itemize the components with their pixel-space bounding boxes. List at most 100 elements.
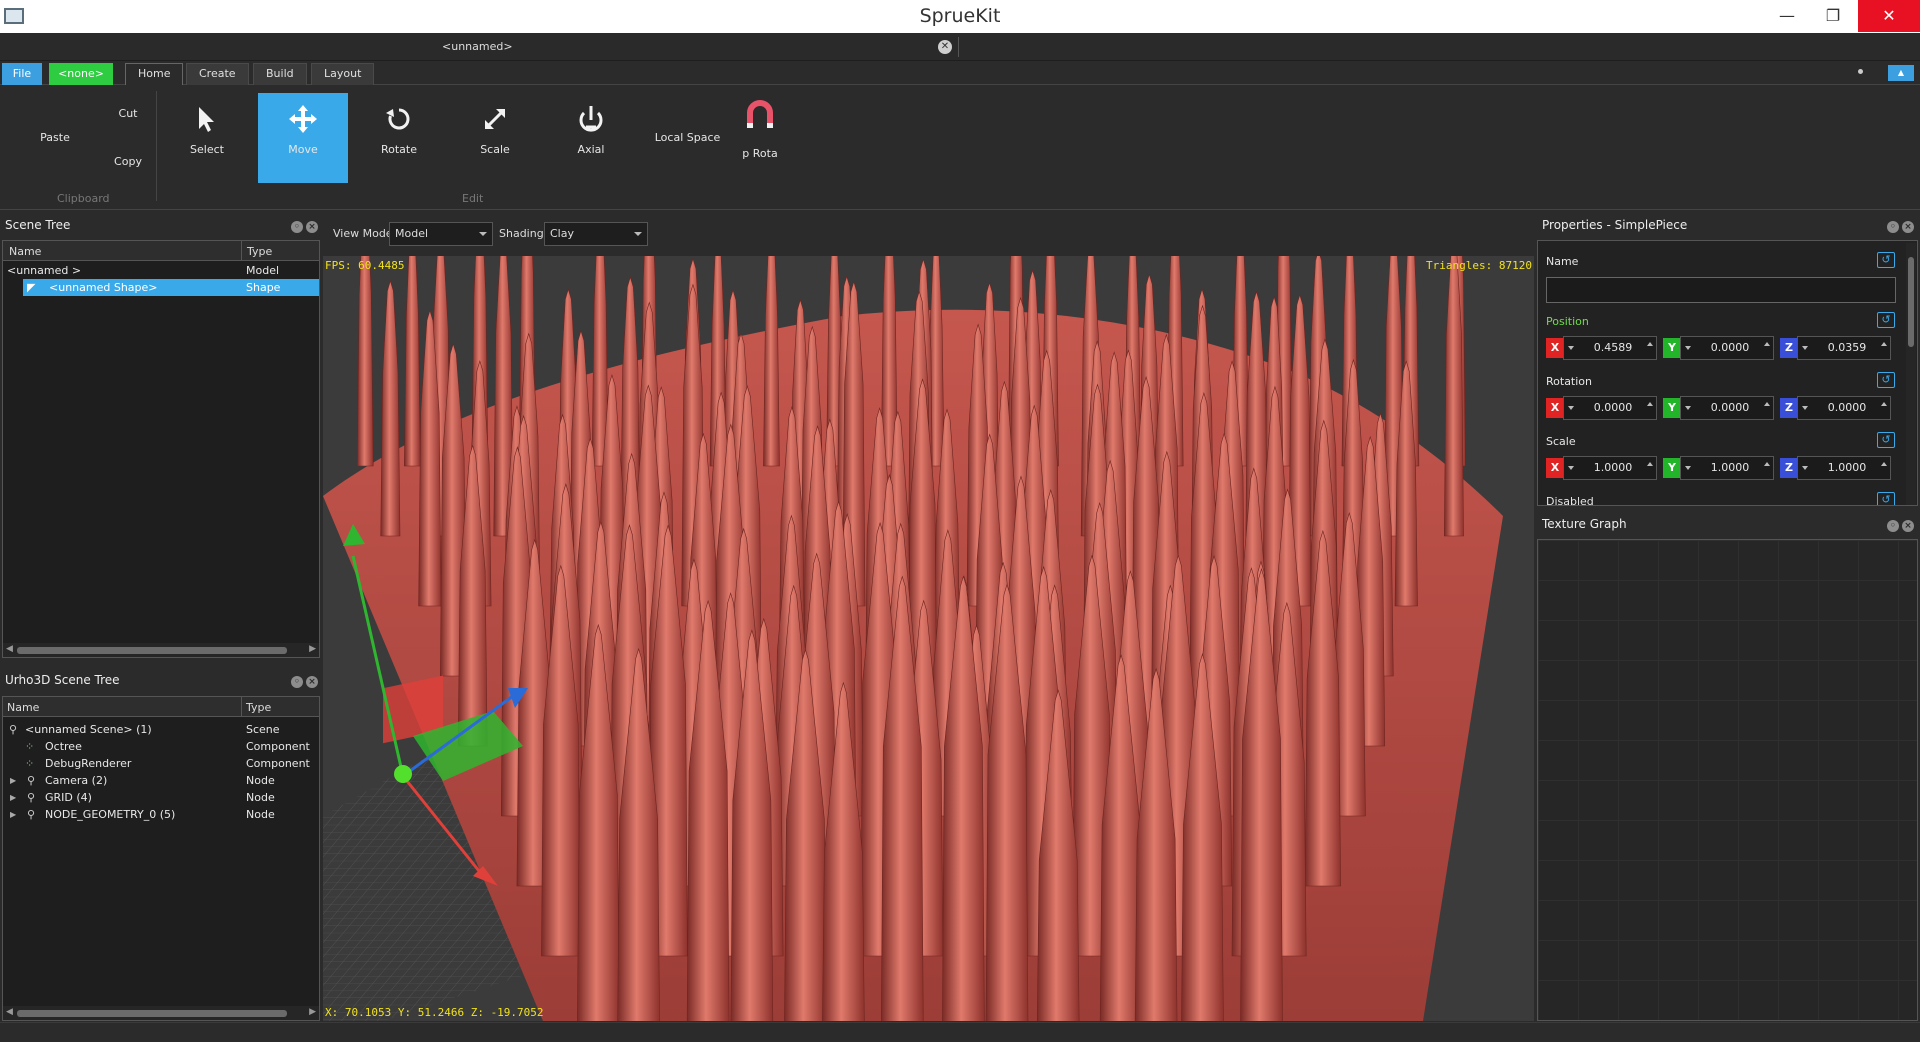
reset-disabled-icon[interactable]: ↺ [1877,492,1895,505]
minimize-button[interactable]: — [1764,0,1810,32]
fps-readout: FPS: 60.4485 [325,259,405,272]
column-type-header[interactable]: Type [246,701,271,714]
float-panel-icon[interactable]: ◦ [1887,520,1899,532]
shape-icon: ◤ [27,281,36,294]
reset-name-icon[interactable]: ↺ [1877,252,1895,268]
collapse-ribbon-button[interactable]: ▲ [1888,65,1914,81]
expand-arrow-icon[interactable]: ▶ [10,806,16,823]
disabled-label: Disabled [1546,495,1594,506]
rotation-x-spinbox[interactable]: 0.0000 [1563,396,1657,420]
axial-button[interactable]: Axial [546,93,636,183]
scene-tree-view[interactable]: Name Type <unnamed > Model ◤ <unnamed Sh… [2,240,320,658]
close-panel-icon[interactable]: × [306,676,318,688]
tab-home[interactable]: Home [125,63,184,85]
tab-create[interactable]: Create [186,63,249,85]
scale-y-value: 1.0000 [1710,461,1750,474]
rotation-y-value: 0.0000 [1710,401,1750,414]
float-panel-icon[interactable]: ◦ [291,221,303,233]
float-panel-icon[interactable]: ◦ [1887,221,1899,233]
close-panel-icon[interactable]: × [306,221,318,233]
rotation-y-spinbox[interactable]: 0.0000 [1680,396,1774,420]
close-window-button[interactable]: ✕ [1858,0,1920,32]
close-panel-icon[interactable]: × [1902,520,1914,532]
select-label: Select [190,143,224,156]
float-panel-icon[interactable]: ◦ [291,676,303,688]
urho-tree-panel-buttons: ◦ × [288,674,318,688]
component-icon: ⁘ [25,740,35,753]
rotation-z-spinbox[interactable]: 0.0000 [1797,396,1891,420]
reset-position-icon[interactable]: ↺ [1877,312,1895,328]
rotation-label: Rotation [1546,375,1593,388]
position-z-spinbox[interactable]: 0.0359 [1797,336,1891,360]
tree-row-name: NODE_GEOMETRY_0 (5) [45,808,176,821]
tree-row-type: Shape [246,281,281,294]
tree-row[interactable]: ▶ ⚲ GRID (4) Node [3,789,319,806]
tree-row[interactable]: ▶ ⚲ NODE_GEOMETRY_0 (5) Node [3,806,319,823]
tab-file[interactable]: File [2,63,42,85]
tree-row[interactable]: ⚲ <unnamed Scene> (1) Scene [3,721,319,738]
axis-z-badge: Z [1780,338,1798,358]
mesh-spike [404,256,421,467]
document-tab[interactable]: <unnamed> [442,40,513,53]
expand-arrow-icon[interactable]: ▶ [10,772,16,789]
urho-tree-title-text: Urho3D Scene Tree [5,673,120,687]
horizontal-scrollbar[interactable]: ◀ ▶ [3,643,319,657]
name-label: Name [1546,255,1579,268]
snap-rotation-button[interactable]: p Rota [715,93,805,183]
copy-button[interactable]: Copy [110,155,146,168]
p-rota-label: p Rota [742,147,778,160]
axial-icon [579,106,603,132]
tab-none[interactable]: <none> [49,63,113,85]
scale-button[interactable]: Scale [450,93,540,183]
maximize-button[interactable]: ❐ [1810,0,1856,32]
select-button[interactable]: Select [162,93,252,183]
urho-tree-view[interactable]: Name Type ⚲ <unnamed Scene> (1) Scene ⁘ … [2,696,320,1021]
axis-y-badge: Y [1663,458,1681,478]
position-x-value: 0.4589 [1593,341,1633,354]
position-y-spinbox[interactable]: 0.0000 [1680,336,1774,360]
reset-scale-icon[interactable]: ↺ [1877,432,1895,448]
expand-arrow-icon[interactable]: ▶ [10,789,16,806]
tree-row[interactable]: ▶ ⚲ Camera (2) Node [3,772,319,789]
tab-build[interactable]: Build [253,63,307,85]
horizontal-scrollbar[interactable]: ◀ ▶ [3,1006,319,1020]
reset-rotation-icon[interactable]: ↺ [1877,372,1895,388]
move-button[interactable]: Move [258,93,348,183]
view-mode-label: View Mode [333,227,393,240]
texture-graph-canvas[interactable] [1537,539,1918,1021]
clipboard-group-label: Clipboard [57,192,110,205]
axis-x-badge: X [1546,458,1564,478]
move-label: Move [288,143,318,156]
move-arrows-icon [289,105,317,133]
scale-z-spinbox[interactable]: 1.0000 [1797,456,1891,480]
scale-y-spinbox[interactable]: 1.0000 [1680,456,1774,480]
tree-row-type: Model [246,264,280,277]
column-name-header[interactable]: Name [9,245,41,258]
node-icon: ⚲ [27,791,36,804]
tree-row-type: Node [246,774,275,787]
close-document-icon[interactable]: ✕ [938,40,952,54]
local-space-button[interactable]: Local Space [650,131,725,144]
tree-row[interactable]: ⁘ DebugRenderer Component [3,755,319,772]
close-panel-icon[interactable]: × [1902,221,1914,233]
column-name-header[interactable]: Name [7,701,39,714]
cut-button[interactable]: Cut [110,107,146,120]
tree-row[interactable]: <unnamed > Model [3,262,319,279]
paste-button[interactable]: Paste [30,131,80,144]
tab-layout[interactable]: Layout [311,63,375,85]
shading-select[interactable]: Clay [544,222,648,246]
column-type-header[interactable]: Type [247,245,272,258]
view-mode-select[interactable]: Model [389,222,493,246]
rotate-button[interactable]: Rotate [354,93,444,183]
group-divider [156,91,157,201]
tree-row-name: Octree [45,740,82,753]
position-x-spinbox[interactable]: 0.4589 [1563,336,1657,360]
scale-x-spinbox[interactable]: 1.0000 [1563,456,1657,480]
3d-viewport[interactable]: FPS: 60.4485 Triangles: 87120 X: 70.1053… [323,256,1534,1021]
tree-row-selected[interactable]: ◤ <unnamed Shape> Shape [23,279,319,296]
vertical-scrollbar[interactable] [1906,243,1916,505]
name-field[interactable] [1546,277,1896,303]
tree-row[interactable]: ⁘ Octree Component [3,738,319,755]
axial-label: Axial [577,143,605,156]
viewport-toolbar: View Mode Model Shading Clay [323,210,1534,256]
